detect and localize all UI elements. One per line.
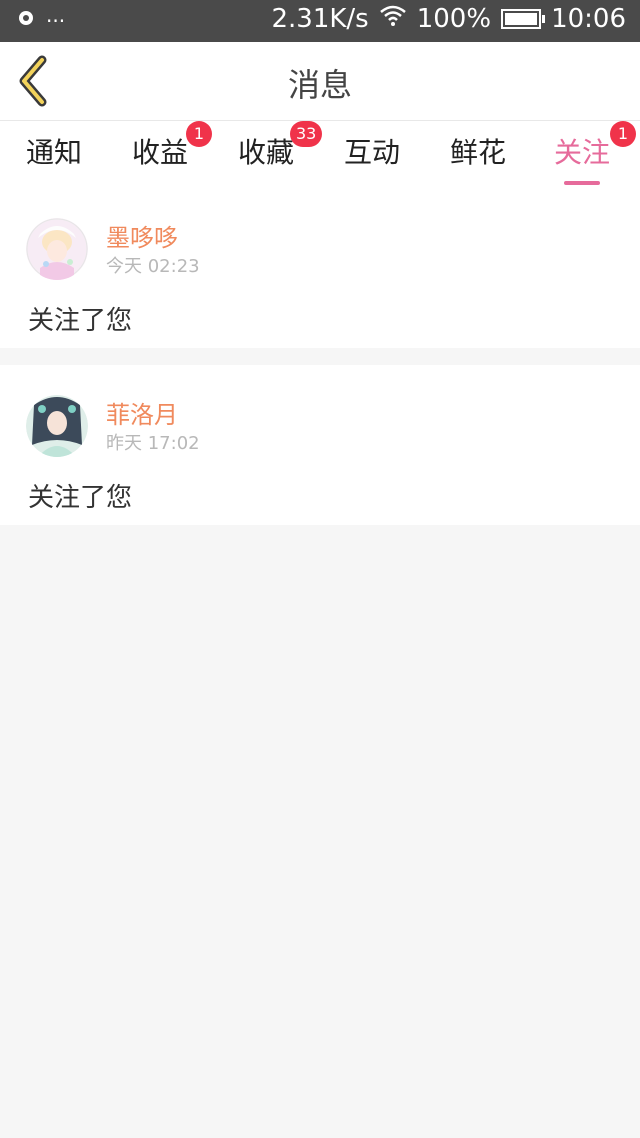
- unread-badge: 1: [610, 121, 636, 147]
- avatar[interactable]: [26, 218, 88, 280]
- tab-notifications[interactable]: 通知: [26, 131, 82, 181]
- net-speed: 2.31K/s: [271, 4, 369, 34]
- username[interactable]: 菲洛月: [106, 395, 178, 430]
- tab-flowers[interactable]: 鲜花: [450, 131, 506, 181]
- message-text: 关注了您: [28, 306, 133, 336]
- tab-label: 收藏: [238, 136, 295, 169]
- timestamp: 昨天 17:02: [106, 433, 200, 454]
- tab-label: 通知: [26, 136, 83, 169]
- active-tab-indicator: [564, 181, 601, 185]
- unread-badge: 1: [186, 121, 212, 147]
- unread-badge: 33: [290, 121, 323, 147]
- tab-interactions[interactable]: 互动: [344, 131, 400, 181]
- tab-label: 收益: [132, 136, 189, 169]
- tab-earnings[interactable]: 收益 1: [132, 121, 212, 181]
- notification-icon: [16, 8, 36, 33]
- tab-label: 关注: [554, 136, 611, 169]
- tab-label: 鲜花: [450, 136, 507, 169]
- status-right: 2.31K/s 100% 10:06: [271, 4, 626, 34]
- tab-follows[interactable]: 关注 1: [554, 121, 636, 185]
- battery-percent: 100%: [416, 4, 492, 34]
- timestamp: 今天 02:23: [106, 256, 200, 277]
- clock: 10:06: [551, 4, 626, 34]
- page-title: 消息: [287, 66, 352, 104]
- title-bar: 消息: [0, 42, 640, 121]
- more-dots-icon: ···: [46, 8, 66, 33]
- wifi-icon: [379, 4, 407, 34]
- message-text: 关注了您: [28, 483, 133, 513]
- tab-label: 互动: [344, 136, 401, 169]
- battery-icon: [501, 9, 546, 29]
- avatar[interactable]: [26, 395, 88, 457]
- tab-favorites[interactable]: 收藏 33: [238, 121, 323, 181]
- status-bar: ··· 2.31K/s 100% 10:06: [0, 0, 640, 42]
- message-card[interactable]: 墨哆哆 今天 02:23 关注了您: [0, 188, 640, 348]
- username[interactable]: 墨哆哆: [106, 218, 178, 253]
- message-card[interactable]: 菲洛月 昨天 17:02 关注了您: [0, 365, 640, 525]
- tab-bar: 通知 收益 1 收藏 33 互动 鲜花 关注 1: [0, 121, 640, 189]
- status-left: ···: [16, 8, 65, 33]
